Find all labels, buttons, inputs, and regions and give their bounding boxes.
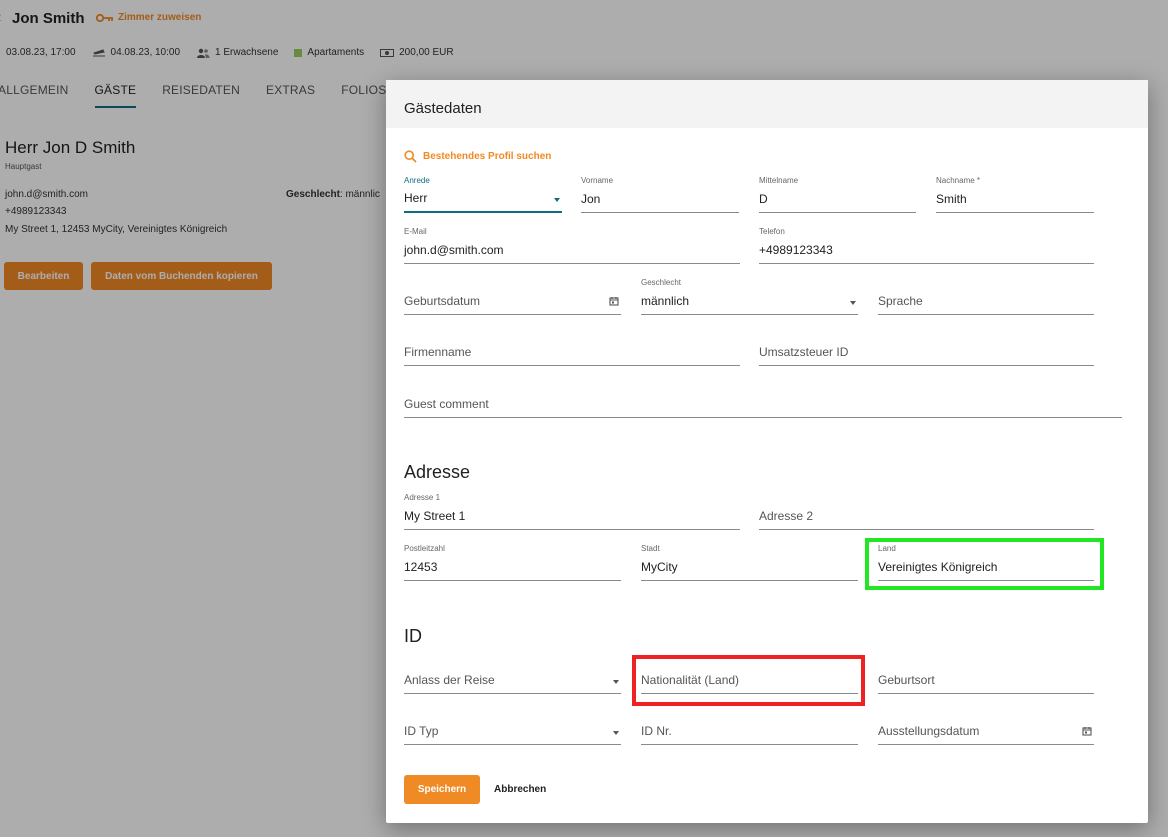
first-name-label: Vorname (581, 176, 614, 185)
address-section-title: Adresse (404, 462, 471, 482)
zip-value: 12453 (404, 560, 438, 574)
company-placeholder: Firmenname (404, 345, 472, 359)
phone-field[interactable]: Telefon +4989123343 (759, 227, 1094, 264)
phone-label: Telefon (759, 227, 785, 236)
dropdown-arrow-icon (554, 198, 560, 202)
search-icon (404, 150, 417, 163)
language-placeholder: Sprache (878, 294, 923, 308)
vat-id-placeholder: Umsatzsteuer ID (759, 345, 849, 359)
salutation-label: Anrede (404, 176, 430, 185)
gender-select[interactable]: Geschlecht männlich (641, 278, 858, 315)
dialog-header: Gästedaten (386, 80, 1148, 128)
birthdate-field[interactable]: Geburtsdatum (404, 278, 621, 315)
email-label: E-Mail (404, 227, 427, 236)
last-name-value: Smith (936, 192, 967, 206)
middle-name-label: Mittelname (759, 176, 799, 185)
dropdown-arrow-icon (850, 301, 856, 305)
nationality-highlight-box (632, 655, 865, 706)
cancel-button[interactable]: Abbrechen (494, 775, 546, 804)
gender-value: männlich (641, 294, 690, 308)
issue-date-placeholder: Ausstellungsdatum (878, 724, 980, 738)
zip-label: Postleitzahl (404, 544, 445, 553)
dropdown-arrow-icon (613, 731, 619, 735)
salutation-value: Herr (404, 191, 428, 205)
id-type-select[interactable]: ID Typ (404, 708, 621, 745)
id-number-placeholder: ID Nr. (641, 724, 672, 738)
issue-date-field[interactable]: Ausstellungsdatum (878, 708, 1094, 745)
address1-value: My Street 1 (404, 509, 466, 523)
search-profile-link[interactable]: Bestehendes Profil suchen (404, 150, 551, 163)
address2-field[interactable]: Adresse 2 (759, 493, 1094, 530)
company-field[interactable]: Firmenname (404, 329, 740, 366)
city-value: MyCity (641, 560, 678, 574)
address2-placeholder: Adresse 2 (759, 509, 814, 523)
birthplace-field[interactable]: Geburtsort (878, 657, 1094, 694)
country-highlight-box (865, 538, 1104, 590)
dropdown-arrow-icon (613, 680, 619, 684)
calendar-icon[interactable] (1082, 726, 1092, 736)
first-name-value: Jon (581, 192, 601, 206)
email-field[interactable]: E-Mail john.d@smith.com (404, 227, 740, 264)
trip-reason-placeholder: Anlass der Reise (404, 673, 495, 687)
city-field[interactable]: Stadt MyCity (641, 544, 858, 581)
birthdate-placeholder: Geburtsdatum (404, 294, 481, 308)
vat-id-field[interactable]: Umsatzsteuer ID (759, 329, 1094, 366)
gender-label: Geschlecht (641, 278, 682, 287)
middle-name-value: D (759, 192, 768, 206)
language-field[interactable]: Sprache (878, 278, 1094, 315)
middle-name-field[interactable]: Mittelname D (759, 176, 916, 213)
search-profile-label: Bestehendes Profil suchen (423, 151, 552, 162)
first-name-field[interactable]: Vorname Jon (581, 176, 739, 213)
guest-comment-field[interactable]: Guest comment (404, 380, 1122, 418)
last-name-field[interactable]: Nachname * Smith (936, 176, 1094, 213)
zip-field[interactable]: Postleitzahl 12453 (404, 544, 621, 581)
guest-data-dialog: Gästedaten Bestehendes Profil suchen Anr… (386, 80, 1148, 823)
dialog-title: Gästedaten (404, 100, 482, 117)
save-button[interactable]: Speichern (404, 775, 480, 804)
guest-comment-placeholder: Guest comment (404, 397, 489, 411)
address1-field[interactable]: Adresse 1 My Street 1 (404, 493, 740, 530)
last-name-label: Nachname * (936, 176, 981, 185)
address1-label: Adresse 1 (404, 493, 441, 502)
trip-reason-select[interactable]: Anlass der Reise (404, 657, 621, 694)
phone-value: +4989123343 (759, 243, 833, 257)
calendar-icon[interactable] (609, 296, 619, 306)
id-number-field[interactable]: ID Nr. (641, 708, 858, 745)
id-section-title: ID (404, 626, 422, 646)
birthplace-placeholder: Geburtsort (878, 673, 935, 687)
email-value: john.d@smith.com (404, 243, 504, 257)
salutation-select[interactable]: Anrede Herr (404, 176, 562, 213)
city-label: Stadt (641, 544, 660, 553)
id-type-placeholder: ID Typ (404, 724, 439, 738)
